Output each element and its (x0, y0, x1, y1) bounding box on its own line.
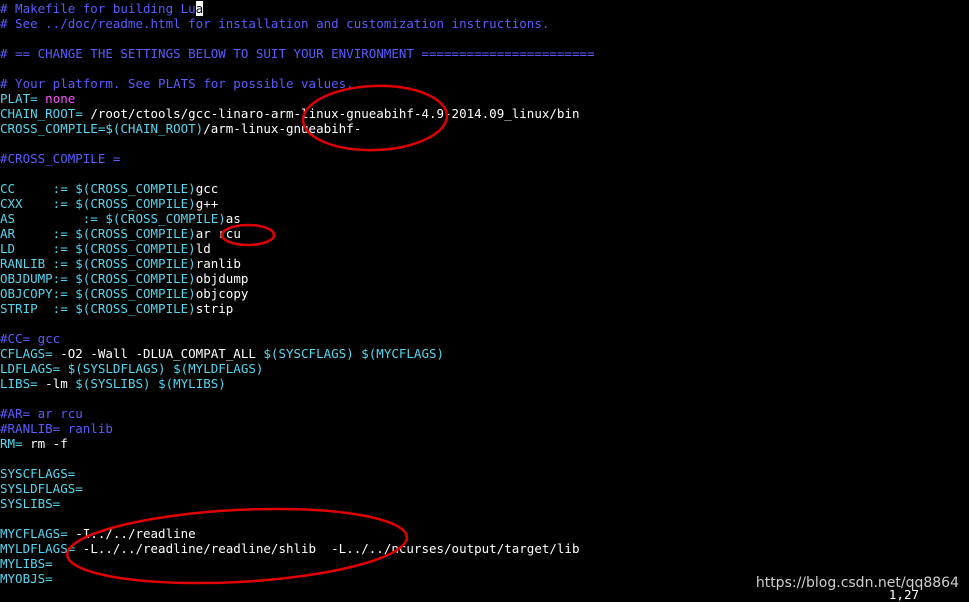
value-text: /arm-linux-gnueabihf- (203, 121, 361, 136)
code-line[interactable]: OBJCOPY:= $(CROSS_COMPILE)objcopy (0, 286, 248, 301)
code-line[interactable]: AS := $(CROSS_COMPILE)as (0, 211, 241, 226)
code-line[interactable]: # Your platform. See PLATS for possible … (0, 76, 354, 91)
variable-text: $(SYSLIBS) $(MYLIBS) (75, 376, 226, 391)
variable-text: MYCFLAGS= (0, 526, 68, 541)
variable-text: $(CROSS_COMPILE) (75, 271, 195, 286)
variable-text: LD := (0, 241, 75, 256)
value-text: none (38, 91, 76, 106)
code-line[interactable]: SYSLDFLAGS= (0, 481, 83, 496)
code-line[interactable]: STRIP := $(CROSS_COMPILE)strip (0, 301, 233, 316)
code-line[interactable]: LD := $(CROSS_COMPILE)ld (0, 241, 211, 256)
variable-text: OBJDUMP:= (0, 271, 75, 286)
variable-text: LIBS= (0, 376, 38, 391)
code-line[interactable]: RM= rm -f (0, 436, 68, 451)
code-line[interactable]: RANLIB := $(CROSS_COMPILE)ranlib (0, 256, 241, 271)
value-text: -O2 -Wall -DLUA_COMPAT_ALL (53, 346, 264, 361)
variable-text: SYSLDFLAGS= (0, 481, 83, 496)
value-text: /root/ctools/gcc-linaro-arm-linux-gnueab… (83, 106, 580, 121)
watermark: https://blog.csdn.net/qq8864 (756, 576, 959, 591)
value-text: strip (196, 301, 234, 316)
code-line[interactable]: LIBS= -lm $(SYSLIBS) $(MYLIBS) (0, 376, 226, 391)
code-line[interactable]: CROSS_COMPILE=$(CHAIN_ROOT)/arm-linux-gn… (0, 121, 361, 136)
value-text: rm -f (23, 436, 68, 451)
value-text: objdump (196, 271, 249, 286)
text-cursor: a (196, 1, 204, 16)
code-line[interactable]: SYSLIBS= (0, 496, 60, 511)
code-line[interactable]: CC := $(CROSS_COMPILE)gcc (0, 181, 218, 196)
variable-text: CHAIN_ROOT= (0, 106, 83, 121)
code-line[interactable]: # Makefile for building Lua (0, 1, 203, 16)
variable-text: STRIP := (0, 301, 75, 316)
variable-text: $(CHAIN_ROOT) (105, 121, 203, 136)
code-line[interactable]: CFLAGS= -O2 -Wall -DLUA_COMPAT_ALL $(SYS… (0, 346, 444, 361)
variable-text: AS := (0, 211, 105, 226)
value-text: ranlib (196, 256, 241, 271)
code-line[interactable]: CXX := $(CROSS_COMPILE)g++ (0, 196, 218, 211)
code-line[interactable]: #RANLIB= ranlib (0, 421, 113, 436)
comment-text: #CC= gcc (0, 331, 60, 346)
variable-text: $(CROSS_COMPILE) (75, 301, 195, 316)
comment-text: #AR= ar rcu (0, 406, 83, 421)
variable-text: $(CROSS_COMPILE) (75, 226, 195, 241)
code-line[interactable]: AR := $(CROSS_COMPILE)ar rcu (0, 226, 241, 241)
code-line[interactable]: MYCFLAGS= -I../../readline (0, 526, 196, 541)
value-text: objcopy (196, 286, 249, 301)
code-line[interactable]: MYOBJS= (0, 571, 53, 586)
variable-text: $(CROSS_COMPILE) (75, 241, 195, 256)
code-line[interactable]: OBJDUMP:= $(CROSS_COMPILE)objdump (0, 271, 248, 286)
comment-text: # Makefile for building Lu (0, 1, 196, 16)
variable-text: CROSS_COMPILE= (0, 121, 105, 136)
value-text: ar rcu (196, 226, 241, 241)
value-text: g++ (196, 196, 219, 211)
code-line[interactable]: CHAIN_ROOT= /root/ctools/gcc-linaro-arm-… (0, 106, 580, 121)
variable-text: $(CROSS_COMPILE) (75, 286, 195, 301)
variable-text: $(SYSCFLAGS) $(MYCFLAGS) (263, 346, 444, 361)
terminal-editor[interactable]: # Makefile for building Lua# See ../doc/… (0, 0, 969, 600)
variable-text: CC := (0, 181, 75, 196)
value-text: -L../../readline/readline/shlib -L../../… (75, 541, 579, 556)
variable-text: $(SYSLDFLAGS) $(MYLDFLAGS) (60, 361, 263, 376)
code-line[interactable]: # == CHANGE THE SETTINGS BELOW TO SUIT Y… (0, 46, 595, 61)
value-text: -lm (38, 376, 76, 391)
variable-text: $(CROSS_COMPILE) (75, 256, 195, 271)
comment-text: # Your platform. See PLATS for possible … (0, 76, 354, 91)
value-text: as (226, 211, 241, 226)
code-line[interactable]: #AR= ar rcu (0, 406, 83, 421)
comment-text: #CROSS_COMPILE = (0, 151, 120, 166)
value-text: gcc (196, 181, 219, 196)
variable-text: RM= (0, 436, 23, 451)
code-line[interactable]: SYSCFLAGS= (0, 466, 75, 481)
comment-text: # == CHANGE THE SETTINGS BELOW TO SUIT Y… (0, 46, 595, 61)
comment-text: #RANLIB= ranlib (0, 421, 113, 436)
code-line[interactable]: MYLIBS= (0, 556, 53, 571)
code-line[interactable]: LDFLAGS= $(SYSLDFLAGS) $(MYLDFLAGS) (0, 361, 263, 376)
variable-text: CXX := (0, 196, 75, 211)
value-text: -I../../readline (68, 526, 196, 541)
value-text: ld (196, 241, 211, 256)
variable-text: MYLDFLAGS= (0, 541, 75, 556)
comment-text: # See ../doc/readme.html for installatio… (0, 16, 549, 31)
variable-text: PLAT= (0, 91, 38, 106)
variable-text: OBJCOPY:= (0, 286, 75, 301)
code-line[interactable]: #CC= gcc (0, 331, 60, 346)
variable-text: $(CROSS_COMPILE) (105, 211, 225, 226)
code-line[interactable]: # See ../doc/readme.html for installatio… (0, 16, 549, 31)
variable-text: MYLIBS= (0, 556, 53, 571)
variable-text: AR := (0, 226, 75, 241)
variable-text: $(CROSS_COMPILE) (75, 196, 195, 211)
variable-text: LDFLAGS= (0, 361, 60, 376)
variable-text: MYOBJS= (0, 571, 53, 586)
variable-text: SYSCFLAGS= (0, 466, 75, 481)
variable-text: SYSLIBS= (0, 496, 60, 511)
code-line[interactable]: MYLDFLAGS= -L../../readline/readline/shl… (0, 541, 579, 556)
code-line[interactable]: #CROSS_COMPILE = (0, 151, 120, 166)
variable-text: RANLIB := (0, 256, 75, 271)
code-line[interactable]: PLAT= none (0, 91, 75, 106)
variable-text: $(CROSS_COMPILE) (75, 181, 195, 196)
variable-text: CFLAGS= (0, 346, 53, 361)
